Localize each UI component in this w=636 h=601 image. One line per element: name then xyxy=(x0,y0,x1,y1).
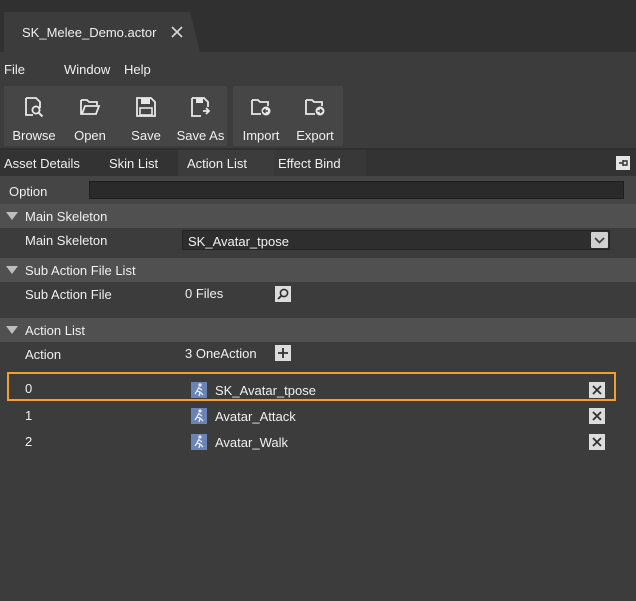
menu-file[interactable]: File xyxy=(4,62,25,77)
main-skeleton-label: Main Skeleton xyxy=(25,233,108,248)
collapse-arrow-icon[interactable] xyxy=(6,266,18,274)
collapse-arrow-icon[interactable] xyxy=(6,212,18,220)
chevron-down-icon xyxy=(594,237,605,244)
sub-action-section-title: Sub Action File List xyxy=(25,263,136,278)
search-icon xyxy=(277,288,289,300)
panel-tab-bar: Asset Details Skin List Action List Effe… xyxy=(0,150,636,176)
save-icon xyxy=(136,97,156,117)
tab-skin-list[interactable]: Skin List xyxy=(109,150,158,176)
action-index: 0 xyxy=(25,381,33,396)
import-icon xyxy=(251,99,271,116)
list-item[interactable] xyxy=(0,404,636,428)
delete-action-button[interactable] xyxy=(589,382,605,398)
pin-button[interactable] xyxy=(616,156,630,170)
menu-bar: File Window Help xyxy=(0,52,636,82)
option-row: Option xyxy=(0,176,636,204)
file-tool-group: Browse Open Save Save As xyxy=(4,86,227,146)
tab-asset-details[interactable]: Asset Details xyxy=(4,150,80,176)
main-skeleton-dropdown[interactable]: SK_Avatar_tpose xyxy=(182,230,610,250)
action-list-panel: Option Main Skeleton Main Skeleton SK_Av… xyxy=(0,176,636,601)
document-tab[interactable]: SK_Melee_Demo.actor xyxy=(4,12,200,52)
import-label: Import xyxy=(242,128,280,143)
dropdown-button[interactable] xyxy=(591,232,608,248)
action-label: Action xyxy=(25,347,62,362)
action-count: 3 OneAction xyxy=(185,346,257,361)
tab-action-list[interactable]: Action List xyxy=(178,150,274,176)
main-skeleton-section-title: Main Skeleton xyxy=(25,209,108,224)
action-index: 1 xyxy=(25,408,33,423)
save-button[interactable]: Save xyxy=(118,86,174,146)
delete-action-button[interactable] xyxy=(589,434,605,450)
document-tabstrip: SK_Melee_Demo.actor xyxy=(0,0,636,52)
sub-action-section-header[interactable]: Sub Action File List xyxy=(0,258,636,282)
delete-action-button[interactable] xyxy=(589,408,605,424)
browse-button[interactable]: Browse xyxy=(6,86,62,146)
pin-icon xyxy=(619,160,628,166)
list-item[interactable] xyxy=(0,430,636,454)
save-as-icon xyxy=(190,97,210,117)
sub-action-file-count: 0 Files xyxy=(185,286,224,301)
open-button[interactable]: Open xyxy=(62,86,118,146)
browse-label: Browse xyxy=(12,128,56,143)
animation-icon xyxy=(191,408,207,424)
menu-window[interactable]: Window xyxy=(64,62,110,77)
action-list-section-title: Action List xyxy=(25,323,85,338)
action-index: 2 xyxy=(25,434,33,449)
export-icon xyxy=(305,99,325,116)
action-list-section-header[interactable]: Action List xyxy=(0,318,636,342)
save-as-button[interactable]: Save As xyxy=(174,86,227,146)
import-button[interactable]: Import xyxy=(234,86,288,146)
close-icon xyxy=(592,411,602,421)
browse-icon xyxy=(25,97,44,118)
save-as-label: Save As xyxy=(176,128,225,143)
main-skeleton-value: SK_Avatar_tpose xyxy=(188,234,289,249)
toolbar: Browse Open Save Save As Import Export xyxy=(0,82,636,148)
tab-effect-bind[interactable]: Effect Bind xyxy=(274,150,366,176)
action-name: Avatar_Walk xyxy=(215,435,288,450)
open-label: Open xyxy=(74,128,106,143)
sub-action-file-label: Sub Action File xyxy=(25,287,112,302)
animation-icon xyxy=(191,382,207,398)
animation-icon xyxy=(191,434,207,450)
menu-help[interactable]: Help xyxy=(124,62,151,77)
export-button[interactable]: Export xyxy=(288,86,342,146)
save-label: Save xyxy=(131,128,161,143)
main-skeleton-section-header[interactable]: Main Skeleton xyxy=(0,204,636,228)
io-tool-group: Import Export xyxy=(233,86,343,146)
close-icon xyxy=(592,437,602,447)
close-icon xyxy=(592,385,602,395)
document-tab-title: SK_Melee_Demo.actor xyxy=(22,25,157,40)
browse-sub-action-button[interactable] xyxy=(275,286,291,302)
add-action-button[interactable] xyxy=(275,345,291,361)
collapse-arrow-icon[interactable] xyxy=(6,326,18,334)
export-label: Export xyxy=(296,128,334,143)
plus-icon xyxy=(278,348,288,358)
option-label: Option xyxy=(9,184,48,199)
action-name: Avatar_Attack xyxy=(215,409,296,424)
action-name: SK_Avatar_tpose xyxy=(215,383,316,398)
option-input[interactable] xyxy=(89,181,624,199)
folder-open-icon xyxy=(80,99,101,115)
close-icon[interactable] xyxy=(170,25,184,39)
